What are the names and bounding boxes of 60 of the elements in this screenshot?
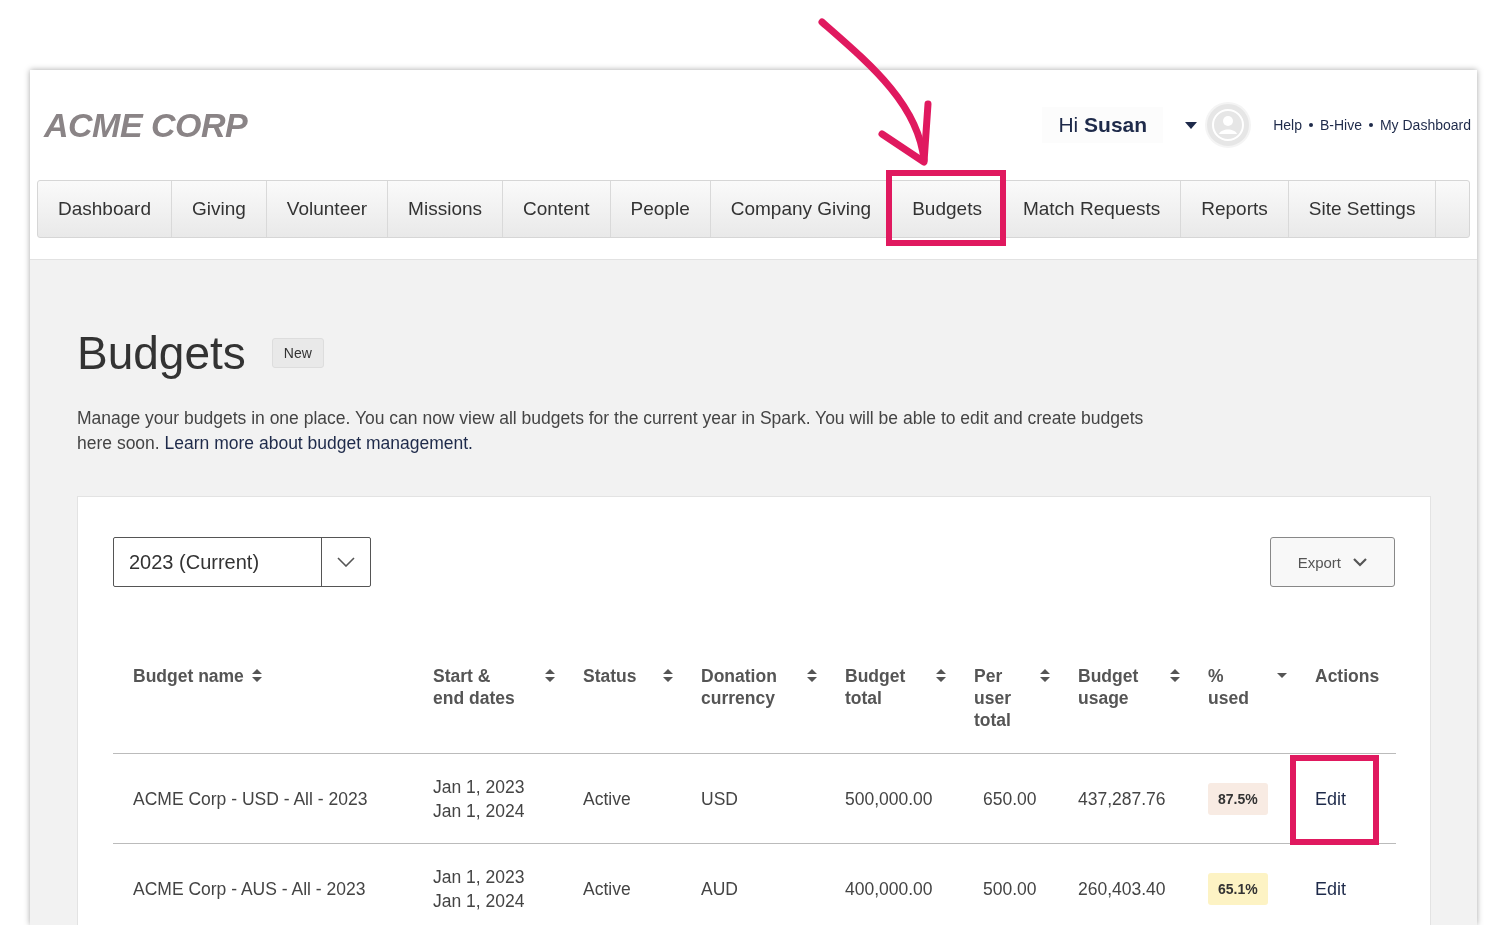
table-cell: 437,287.76 (1078, 788, 1166, 809)
table-cell: 650.00 (983, 788, 1037, 809)
page-description: Manage your budgets in one place. You can now view all budgets for the current year in Spark. You will be able to edit and create budgets here soon. Learn more about budget management. (77, 407, 1145, 455)
column-header[interactable]: Status (583, 665, 637, 687)
nav-tab[interactable]: People (610, 181, 711, 237)
column-header[interactable]: Donation currency (701, 665, 791, 709)
nav-tab[interactable]: Giving (171, 181, 267, 237)
table-cell: ACME Corp - AUS - All - 2023 (133, 878, 366, 899)
nav-tab[interactable]: Budgets (892, 181, 1003, 237)
chevron-down-icon (337, 557, 355, 567)
percent-badge: 65.1% (1208, 872, 1268, 905)
table-cell: Active (583, 878, 631, 899)
learn-more-link[interactable]: Learn more about budget management. (164, 433, 473, 453)
nav-tab[interactable]: Company Giving (710, 181, 893, 237)
end-date: Jan 1, 2024 (433, 799, 526, 823)
table-cell: Active (583, 788, 631, 809)
column-header[interactable]: Per user total (974, 665, 1014, 731)
chevron-down-icon (1353, 557, 1367, 567)
table-cell: 400,000.00 (845, 878, 933, 899)
company-logo: ACME CORP (44, 105, 248, 145)
table-cell: ACME Corp - USD - All - 2023 (133, 788, 368, 809)
table-cell: USD (701, 788, 738, 809)
caret-icon[interactable] (1185, 121, 1198, 129)
header-link[interactable]: My Dashboard (1379, 117, 1471, 133)
nav-tab[interactable]: Match Requests (1002, 181, 1182, 237)
end-date: Jan 1, 2024 (433, 889, 526, 913)
column-header[interactable]: % used (1208, 665, 1248, 709)
sort-icon[interactable] (251, 669, 262, 682)
table-cell: 260,403.40 (1078, 878, 1166, 899)
new-badge: New (271, 338, 324, 368)
start-date: Jan 1, 2023 (433, 865, 526, 889)
table-cell: AUD (701, 878, 738, 899)
sort-icon[interactable] (1170, 669, 1180, 682)
export-button[interactable]: Export (1269, 537, 1395, 587)
table-cell: 500,000.00 (845, 788, 933, 809)
start-date: Jan 1, 2023 (433, 775, 526, 799)
header-link[interactable]: B-Hive (1319, 117, 1362, 133)
column-header[interactable]: Budget usage (1078, 665, 1148, 709)
nav-tab[interactable]: Dashboard (38, 181, 172, 237)
nav-tab[interactable]: Content (503, 181, 611, 237)
header-link[interactable]: Help (1273, 117, 1302, 133)
edit-link[interactable]: Edit (1315, 878, 1347, 899)
table-cell: 500.00 (983, 878, 1037, 899)
nav-tab[interactable]: Reports (1181, 181, 1289, 237)
nav-tab[interactable]: Volunteer (266, 181, 389, 237)
column-header: Actions (1315, 665, 1380, 687)
percent-badge: 87.5% (1208, 782, 1268, 815)
nav-tab[interactable]: Missions (388, 181, 503, 237)
column-header[interactable]: Budget total (845, 665, 905, 709)
sort-icon[interactable] (807, 669, 817, 682)
sort-icon[interactable] (1040, 669, 1050, 682)
year-select[interactable]: 2023 (Current) (113, 537, 371, 587)
column-header[interactable]: Budget name (133, 665, 244, 687)
sort-icon[interactable] (663, 669, 673, 682)
sort-icon[interactable] (936, 669, 946, 682)
edit-link[interactable]: Edit (1315, 788, 1347, 809)
nav-tab[interactable]: Site Settings (1288, 181, 1437, 237)
column-header[interactable]: Start & end dates (433, 665, 523, 709)
sort-icon[interactable] (545, 669, 555, 682)
page-title: Budgets (77, 326, 246, 380)
